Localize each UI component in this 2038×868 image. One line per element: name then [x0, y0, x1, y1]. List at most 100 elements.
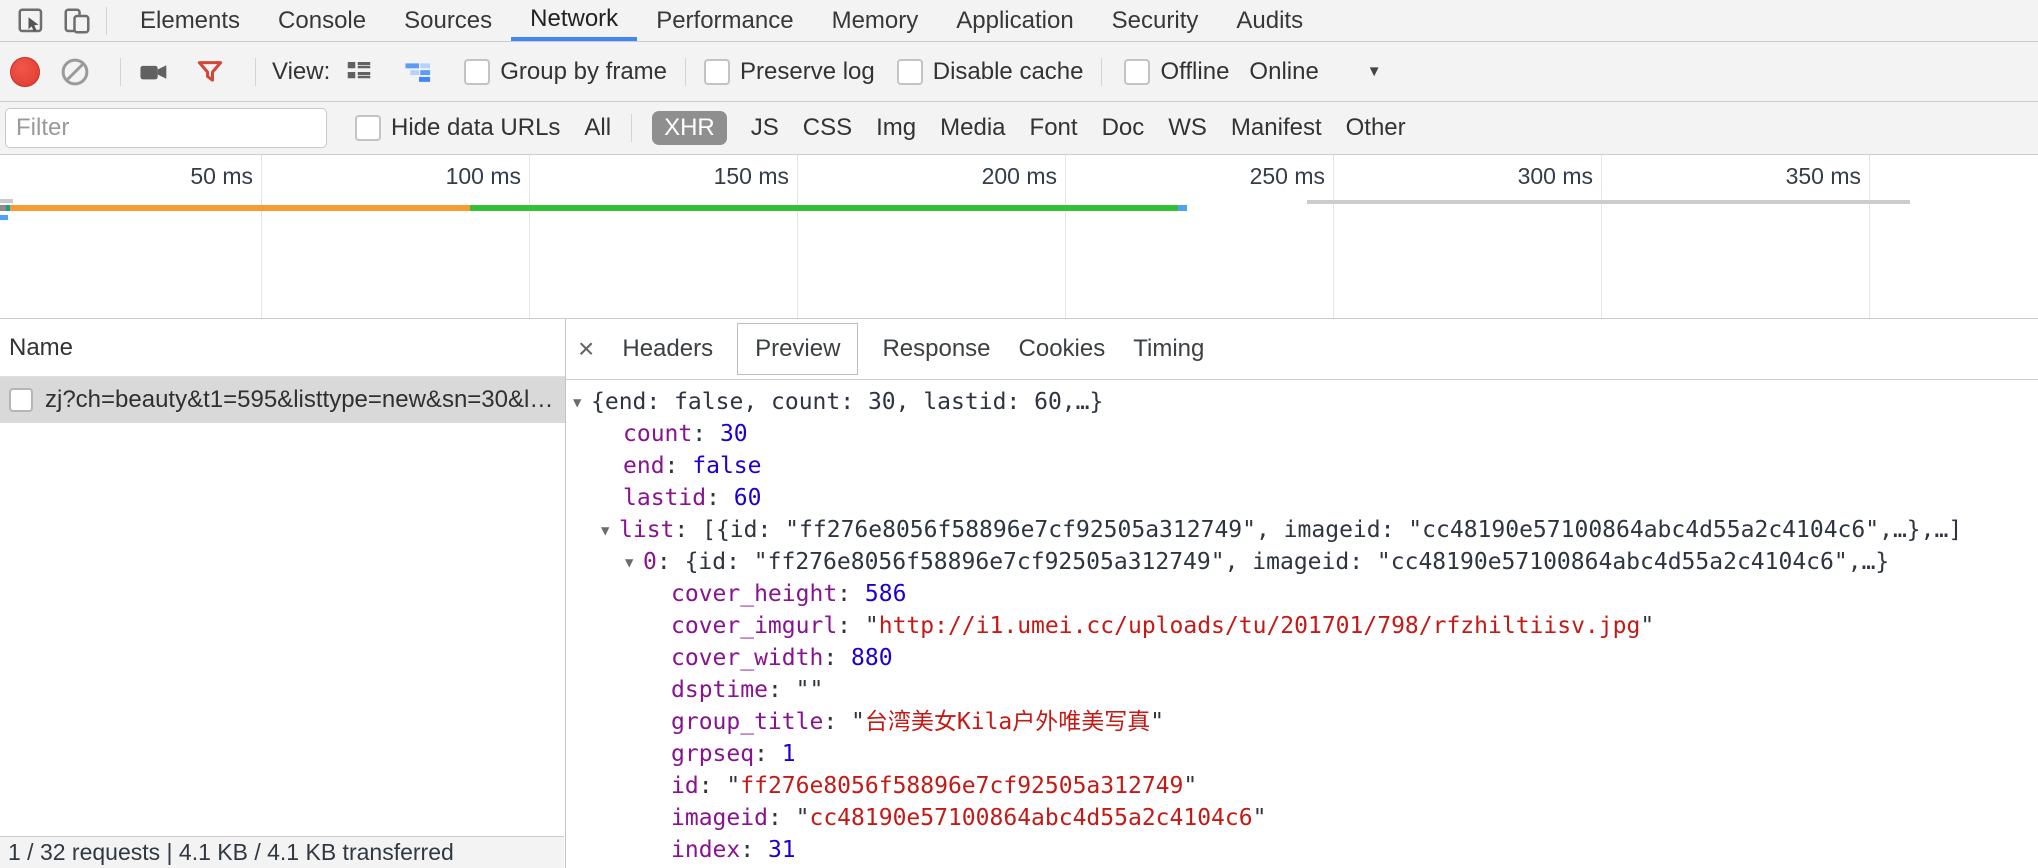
hide-data-urls-label[interactable]: Hide data URLs	[391, 114, 560, 142]
filter-type-all[interactable]: All	[584, 114, 611, 142]
expand-triangle-icon[interactable]: ▼	[625, 547, 643, 579]
json-token-str: 台湾美女Kila户外唯美写真	[865, 709, 1150, 735]
filter-separator	[631, 114, 632, 142]
detail-tab-headers[interactable]: Headers	[622, 335, 713, 363]
tab-network[interactable]: Network	[511, 0, 637, 41]
filter-type-manifest[interactable]: Manifest	[1231, 114, 1322, 142]
tab-sources[interactable]: Sources	[385, 0, 511, 41]
disable-cache-checkbox[interactable]	[897, 59, 923, 85]
json-token-plain: : "	[823, 709, 865, 735]
json-token-plain: : "	[699, 773, 741, 799]
tab-performance[interactable]: Performance	[637, 0, 812, 41]
json-tree-line: id: "ff276e8056f58896e7cf92505a312749"	[573, 770, 2038, 802]
toolbar-separator	[120, 58, 121, 86]
json-token-key: lastid	[623, 485, 706, 511]
disable-cache-label[interactable]: Disable cache	[933, 58, 1084, 86]
expand-triangle-icon[interactable]: ▼	[601, 515, 619, 547]
inspect-element-icon[interactable]	[14, 4, 48, 38]
tab-security[interactable]: Security	[1093, 0, 1218, 41]
json-token-plain: :	[706, 485, 734, 511]
json-token-plain: :	[823, 645, 851, 671]
json-token-plain: :	[692, 421, 720, 447]
network-overview[interactable]: 50 ms100 ms150 ms200 ms250 ms300 ms350 m…	[0, 155, 2038, 319]
offline-label[interactable]: Offline	[1160, 58, 1229, 86]
filter-type-css[interactable]: CSS	[803, 114, 852, 142]
record-button[interactable]	[10, 57, 40, 87]
json-token-key: cover_imgurl	[671, 613, 837, 639]
device-toolbar-icon[interactable]	[60, 4, 94, 38]
json-tree-line[interactable]: ▼{end: false, count: 30, lastid: 60,…}	[573, 386, 2038, 418]
toolbar-separator	[106, 7, 107, 35]
close-icon[interactable]: ×	[578, 335, 594, 363]
json-token-plain: :	[754, 741, 782, 767]
detail-tab-timing[interactable]: Timing	[1133, 335, 1204, 363]
filter-bar: Hide data URLs All XHR JS CSS Img Media Font Do…	[0, 102, 2038, 155]
main-tab-bar: ElementsConsoleSourcesNetworkPerformance…	[0, 0, 2038, 42]
json-token-key: cover_height	[671, 581, 837, 607]
segment-download	[470, 205, 1178, 211]
json-token-plain: : ""	[768, 677, 823, 703]
filter-type-media[interactable]: Media	[940, 114, 1005, 142]
resource-type-filters: All XHR JS CSS Img Media Font Doc WS Manifest Othe…	[560, 111, 1405, 145]
group-by-frame-label[interactable]: Group by frame	[500, 58, 667, 86]
json-token-plain: :	[657, 549, 685, 575]
timeline-tick-label: 100 ms	[371, 163, 521, 190]
request-bar-gray-long	[1307, 200, 1910, 204]
timeline-gridline	[1065, 155, 1066, 318]
detail-tab-response[interactable]: Response	[882, 335, 990, 363]
json-tree-line: index: 31	[573, 834, 2038, 866]
filter-type-doc[interactable]: Doc	[1102, 114, 1145, 142]
json-token-plain: [{id: "ff276e8056f58896e7cf92505a312749"…	[702, 517, 1962, 543]
chevron-down-icon[interactable]: ▼	[1367, 63, 1382, 80]
offline-checkbox[interactable]	[1124, 59, 1150, 85]
expand-triangle-icon[interactable]: ▼	[573, 387, 591, 419]
name-column-header[interactable]: Name	[0, 319, 565, 377]
json-token-num: 60	[734, 485, 762, 511]
json-token-str: ff276e8056f58896e7cf92505a312749	[740, 773, 1183, 799]
timeline-gridline	[1869, 155, 1870, 318]
filter-type-other[interactable]: Other	[1346, 114, 1406, 142]
tab-memory[interactable]: Memory	[813, 0, 938, 41]
json-tree-line[interactable]: ▼0: {id: "ff276e8056f58896e7cf92505a3127…	[573, 546, 2038, 578]
tab-console[interactable]: Console	[259, 0, 385, 41]
json-token-key: dsptime	[671, 677, 768, 703]
group-by-frame-checkbox[interactable]	[464, 59, 490, 85]
hide-data-urls-checkbox[interactable]	[355, 115, 381, 141]
json-token-plain: : "	[768, 805, 810, 831]
request-row[interactable]: zj?ch=beauty&t1=595&listtype=new&sn=30&l…	[0, 377, 565, 423]
json-token-num: 30	[720, 421, 748, 447]
json-tree-line[interactable]: ▼list: [{id: "ff276e8056f58896e7cf92505a…	[573, 514, 2038, 546]
filter-funnel-icon[interactable]	[193, 55, 227, 89]
filter-type-ws[interactable]: WS	[1168, 114, 1207, 142]
preserve-log-checkbox[interactable]	[704, 59, 730, 85]
clear-icon[interactable]	[58, 55, 92, 89]
filter-type-js[interactable]: JS	[751, 114, 779, 142]
devtools-window: ElementsConsoleSourcesNetworkPerformance…	[0, 0, 2038, 868]
view-waterfall-icon[interactable]	[402, 55, 436, 89]
view-list-icon[interactable]	[342, 55, 376, 89]
throttling-select[interactable]: Online	[1249, 58, 1318, 86]
network-toolbar: View: Group by frame Preserve log Disabl…	[0, 42, 2038, 102]
preserve-log-label[interactable]: Preserve log	[740, 58, 875, 86]
main-tabs: ElementsConsoleSourcesNetworkPerformance…	[121, 0, 1322, 41]
filter-input[interactable]	[5, 108, 327, 148]
screenshot-camera-icon[interactable]	[137, 55, 171, 89]
tab-elements[interactable]: Elements	[121, 0, 259, 41]
detail-tab-cookies[interactable]: Cookies	[1019, 335, 1106, 363]
filter-type-font[interactable]: Font	[1030, 114, 1078, 142]
json-token-plain: : "	[837, 613, 879, 639]
requests-and-details: Name zj?ch=beauty&t1=595&listtype=new&sn…	[0, 319, 2038, 868]
tab-audits[interactable]: Audits	[1217, 0, 1322, 41]
request-row-checkbox[interactable]	[9, 388, 33, 412]
filter-type-img[interactable]: Img	[876, 114, 916, 142]
json-token-plain: "	[1183, 773, 1197, 799]
json-token-plain: :	[837, 581, 865, 607]
json-token-plain: "	[1640, 613, 1654, 639]
timeline-tick-label: 300 ms	[1443, 163, 1593, 190]
json-token-plain: :	[674, 517, 702, 543]
json-tree-line: cover_height: 586	[573, 578, 2038, 610]
tab-application[interactable]: Application	[937, 0, 1092, 41]
filter-type-xhr[interactable]: XHR	[652, 111, 727, 145]
detail-tab-preview[interactable]: Preview	[737, 323, 858, 375]
segment-end	[1178, 205, 1187, 211]
